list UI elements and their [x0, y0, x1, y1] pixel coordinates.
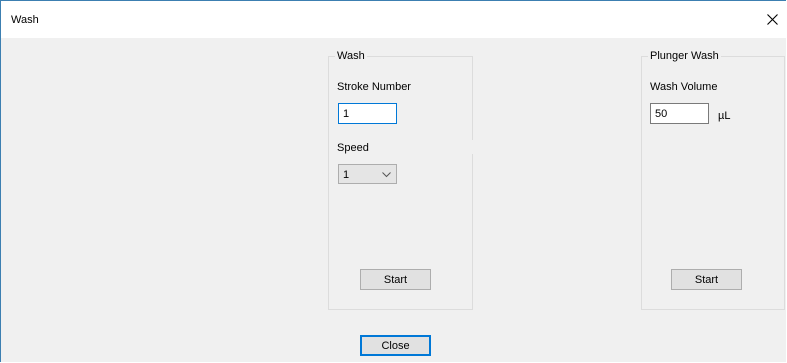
plunger-wash-group-title: Plunger Wash: [648, 50, 721, 63]
wash-volume-label: Wash Volume: [650, 81, 718, 93]
stroke-number-label: Stroke Number: [337, 81, 411, 93]
speed-label: Speed: [337, 142, 369, 154]
dialog-window: Wash Wash Stroke Number Speed 1 Start Pl…: [0, 0, 786, 362]
wash-group-title: Wash: [335, 50, 367, 63]
wash-volume-unit: µL: [718, 110, 731, 122]
speed-select-value: 1: [343, 169, 350, 181]
wash-start-button[interactable]: Start: [360, 269, 431, 290]
title-bar[interactable]: Wash: [1, 1, 786, 38]
wash-volume-input[interactable]: [650, 103, 709, 124]
wash-border-gap: [471, 140, 474, 154]
stroke-number-input[interactable]: [338, 103, 397, 124]
plunger-wash-start-button[interactable]: Start: [671, 269, 742, 290]
window-close-button[interactable]: [758, 7, 786, 31]
wash-groupbox: Wash Stroke Number Speed 1 Start: [328, 50, 473, 310]
chevron-down-icon: [382, 172, 391, 178]
close-icon: [766, 13, 778, 25]
speed-select[interactable]: 1: [338, 164, 397, 184]
window-title: Wash: [11, 14, 39, 26]
close-button[interactable]: Close: [360, 335, 431, 356]
plunger-wash-groupbox: Plunger Wash Wash Volume µL Start: [641, 50, 785, 310]
